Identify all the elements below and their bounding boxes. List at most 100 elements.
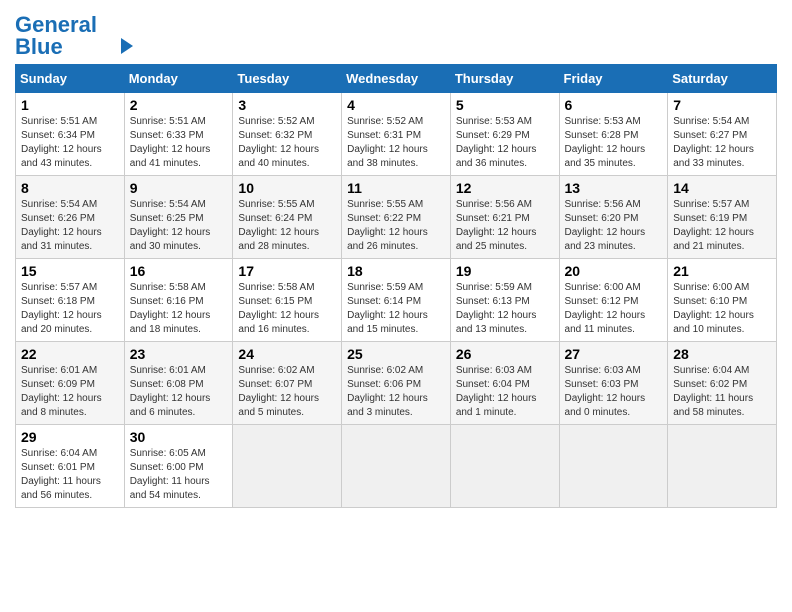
- calendar-cell: 23 Sunrise: 6:01 AMSunset: 6:08 PMDayligh…: [124, 342, 233, 425]
- header: General Blue: [15, 10, 777, 58]
- day-number: 1: [21, 97, 120, 113]
- logo-arrow-icon: [121, 38, 133, 54]
- calendar-cell: 12 Sunrise: 5:56 AMSunset: 6:21 PMDayligh…: [450, 176, 559, 259]
- day-number: 27: [565, 346, 664, 362]
- calendar-cell: 24 Sunrise: 6:02 AMSunset: 6:07 PMDayligh…: [233, 342, 342, 425]
- day-number: 7: [673, 97, 772, 113]
- calendar-cell: 14 Sunrise: 5:57 AMSunset: 6:19 PMDayligh…: [668, 176, 777, 259]
- day-detail: Sunrise: 6:02 AMSunset: 6:07 PMDaylight:…: [238, 364, 337, 420]
- calendar-cell: 7 Sunrise: 5:54 AMSunset: 6:27 PMDaylight…: [668, 93, 777, 176]
- day-number: 26: [456, 346, 555, 362]
- calendar-cell: 11Sunrise: 5:55 AMSunset: 6:22 PMDayligh…: [342, 176, 451, 259]
- day-number: 2: [130, 97, 229, 113]
- day-number: 18: [347, 263, 446, 279]
- day-detail: Sunrise: 6:01 AMSunset: 6:08 PMDaylight:…: [130, 364, 229, 420]
- day-number: 14: [673, 180, 772, 196]
- calendar-cell: 28 Sunrise: 6:04 AMSunset: 6:02 PMDayligh…: [668, 342, 777, 425]
- day-number: 5: [456, 97, 555, 113]
- day-detail: Sunrise: 6:01 AMSunset: 6:09 PMDaylight:…: [21, 364, 120, 420]
- calendar-cell: 9 Sunrise: 5:54 AMSunset: 6:25 PMDaylight…: [124, 176, 233, 259]
- day-number: 20: [565, 263, 664, 279]
- day-detail: Sunrise: 6:04 AMSunset: 6:01 PMDaylight:…: [21, 447, 120, 503]
- col-header-tuesday: Tuesday: [233, 65, 342, 93]
- day-number: 24: [238, 346, 337, 362]
- day-detail: Sunrise: 5:51 AMSunset: 6:34 PMDaylight:…: [21, 115, 120, 171]
- day-detail: Sunrise: 6:00 AMSunset: 6:10 PMDaylight:…: [673, 281, 772, 337]
- week-row-2: 8Sunrise: 5:54 AMSunset: 6:26 PMDaylight…: [16, 176, 777, 259]
- calendar-cell: 13 Sunrise: 5:56 AMSunset: 6:20 PMDayligh…: [559, 176, 668, 259]
- calendar-cell: 21 Sunrise: 6:00 AMSunset: 6:10 PMDayligh…: [668, 259, 777, 342]
- day-detail: Sunrise: 6:00 AMSunset: 6:12 PMDaylight:…: [565, 281, 664, 337]
- day-detail: Sunrise: 5:54 AMSunset: 6:27 PMDaylight:…: [673, 115, 772, 171]
- calendar-cell: [559, 425, 668, 508]
- day-detail: Sunrise: 5:58 AMSunset: 6:16 PMDaylight:…: [130, 281, 229, 337]
- day-number: 16: [130, 263, 229, 279]
- day-detail: Sunrise: 5:53 AMSunset: 6:29 PMDaylight:…: [456, 115, 555, 171]
- day-number: 3: [238, 97, 337, 113]
- calendar-cell: 19 Sunrise: 5:59 AMSunset: 6:13 PMDayligh…: [450, 259, 559, 342]
- calendar-cell: 5 Sunrise: 5:53 AMSunset: 6:29 PMDaylight…: [450, 93, 559, 176]
- day-detail: Sunrise: 5:51 AMSunset: 6:33 PMDaylight:…: [130, 115, 229, 171]
- week-row-1: 1 Sunrise: 5:51 AMSunset: 6:34 PMDaylight…: [16, 93, 777, 176]
- day-detail: Sunrise: 5:53 AMSunset: 6:28 PMDaylight:…: [565, 115, 664, 171]
- day-number: 21: [673, 263, 772, 279]
- day-detail: Sunrise: 5:54 AMSunset: 6:25 PMDaylight:…: [130, 198, 229, 254]
- day-number: 22: [21, 346, 120, 362]
- week-row-3: 15 Sunrise: 5:57 AMSunset: 6:18 PMDayligh…: [16, 259, 777, 342]
- day-number: 13: [565, 180, 664, 196]
- day-number: 12: [456, 180, 555, 196]
- day-detail: Sunrise: 5:54 AMSunset: 6:26 PMDaylight:…: [21, 198, 120, 254]
- calendar-cell: [450, 425, 559, 508]
- day-number: 6: [565, 97, 664, 113]
- day-detail: Sunrise: 5:57 AMSunset: 6:18 PMDaylight:…: [21, 281, 120, 337]
- calendar-cell: 15 Sunrise: 5:57 AMSunset: 6:18 PMDayligh…: [16, 259, 125, 342]
- col-header-saturday: Saturday: [668, 65, 777, 93]
- calendar-cell: [233, 425, 342, 508]
- calendar-cell: 10 Sunrise: 5:55 AMSunset: 6:24 PMDayligh…: [233, 176, 342, 259]
- day-number: 29: [21, 429, 120, 445]
- day-detail: Sunrise: 5:55 AMSunset: 6:24 PMDaylight:…: [238, 198, 337, 254]
- col-header-sunday: Sunday: [16, 65, 125, 93]
- day-number: 9: [130, 180, 229, 196]
- day-number: 11: [347, 180, 446, 196]
- day-detail: Sunrise: 6:05 AMSunset: 6:00 PMDaylight:…: [130, 447, 229, 503]
- calendar-cell: 18Sunrise: 5:59 AMSunset: 6:14 PMDayligh…: [342, 259, 451, 342]
- calendar-body: 1 Sunrise: 5:51 AMSunset: 6:34 PMDaylight…: [16, 93, 777, 508]
- col-header-monday: Monday: [124, 65, 233, 93]
- col-header-thursday: Thursday: [450, 65, 559, 93]
- day-detail: Sunrise: 6:04 AMSunset: 6:02 PMDaylight:…: [673, 364, 772, 420]
- day-detail: Sunrise: 6:02 AMSunset: 6:06 PMDaylight:…: [347, 364, 446, 420]
- day-detail: Sunrise: 5:58 AMSunset: 6:15 PMDaylight:…: [238, 281, 337, 337]
- day-number: 4: [347, 97, 446, 113]
- calendar-cell: 26 Sunrise: 6:03 AMSunset: 6:04 PMDayligh…: [450, 342, 559, 425]
- day-detail: Sunrise: 6:03 AMSunset: 6:04 PMDaylight:…: [456, 364, 555, 420]
- day-number: 10: [238, 180, 337, 196]
- day-number: 15: [21, 263, 120, 279]
- day-number: 23: [130, 346, 229, 362]
- day-detail: Sunrise: 5:52 AMSunset: 6:32 PMDaylight:…: [238, 115, 337, 171]
- calendar-cell: [342, 425, 451, 508]
- calendar-cell: 6 Sunrise: 5:53 AMSunset: 6:28 PMDaylight…: [559, 93, 668, 176]
- col-header-wednesday: Wednesday: [342, 65, 451, 93]
- day-detail: Sunrise: 5:57 AMSunset: 6:19 PMDaylight:…: [673, 198, 772, 254]
- day-detail: Sunrise: 5:56 AMSunset: 6:20 PMDaylight:…: [565, 198, 664, 254]
- header-row: SundayMondayTuesdayWednesdayThursdayFrid…: [16, 65, 777, 93]
- calendar-cell: 22 Sunrise: 6:01 AMSunset: 6:09 PMDayligh…: [16, 342, 125, 425]
- logo: General Blue: [15, 10, 133, 58]
- calendar-cell: 8Sunrise: 5:54 AMSunset: 6:26 PMDaylight…: [16, 176, 125, 259]
- week-row-5: 29 Sunrise: 6:04 AMSunset: 6:01 PMDayligh…: [16, 425, 777, 508]
- calendar-cell: 29 Sunrise: 6:04 AMSunset: 6:01 PMDayligh…: [16, 425, 125, 508]
- calendar-cell: [668, 425, 777, 508]
- calendar-cell: 2 Sunrise: 5:51 AMSunset: 6:33 PMDaylight…: [124, 93, 233, 176]
- day-detail: Sunrise: 5:56 AMSunset: 6:21 PMDaylight:…: [456, 198, 555, 254]
- day-number: 19: [456, 263, 555, 279]
- logo-blue-text: Blue: [15, 36, 63, 58]
- calendar-cell: 27Sunrise: 6:03 AMSunset: 6:03 PMDayligh…: [559, 342, 668, 425]
- calendar-cell: 20 Sunrise: 6:00 AMSunset: 6:12 PMDayligh…: [559, 259, 668, 342]
- day-number: 17: [238, 263, 337, 279]
- calendar-cell: 30Sunrise: 6:05 AMSunset: 6:00 PMDayligh…: [124, 425, 233, 508]
- calendar-cell: 25Sunrise: 6:02 AMSunset: 6:06 PMDayligh…: [342, 342, 451, 425]
- day-detail: Sunrise: 5:59 AMSunset: 6:13 PMDaylight:…: [456, 281, 555, 337]
- calendar-header: SundayMondayTuesdayWednesdayThursdayFrid…: [16, 65, 777, 93]
- day-number: 28: [673, 346, 772, 362]
